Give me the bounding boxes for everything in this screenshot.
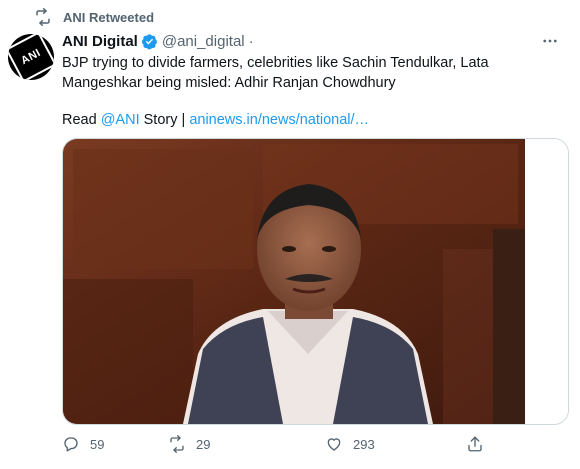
more-icon[interactable]	[540, 31, 560, 51]
heart-icon	[327, 438, 341, 451]
reply-count: 59	[90, 436, 105, 452]
like-button[interactable]: 293	[325, 432, 375, 456]
read-middle: Story |	[139, 112, 190, 128]
separator-dot: ·	[248, 32, 254, 50]
share-icon	[468, 436, 482, 452]
retweet-icon	[170, 435, 184, 453]
tweet-text: BJP trying to divide farmers, celebritie…	[62, 55, 489, 91]
retweet-count: 29	[196, 436, 211, 452]
retweet-banner-label: ANI Retweeted	[63, 9, 155, 25]
verified-badge-icon	[141, 33, 158, 50]
tweet-header: ANI Digital @ani_digital ·	[62, 30, 560, 52]
reply-icon	[64, 437, 78, 452]
read-prefix: Read	[62, 112, 101, 128]
mention-link[interactable]: @ANI	[101, 112, 140, 128]
display-name[interactable]: ANI Digital	[62, 33, 138, 50]
ani-logo: ANI	[8, 34, 54, 80]
media-image[interactable]	[62, 138, 569, 425]
speaker-photo	[63, 139, 568, 424]
share-button[interactable]	[466, 432, 494, 456]
author-handle[interactable]: @ani_digital	[162, 33, 245, 50]
tweet-card[interactable]: ANI Retweeted ANI ANI Digital @ani_digit…	[0, 0, 580, 469]
tweet-actions: 59 29 293	[62, 432, 532, 456]
retweet-icon	[34, 8, 52, 26]
retweet-banner[interactable]: ANI Retweeted	[34, 8, 154, 26]
article-link[interactable]: aninews.in/news/national/…	[189, 112, 369, 128]
tweet-read-line: Read @ANI Story | aninews.in/news/nation…	[62, 110, 369, 130]
like-count: 293	[353, 436, 375, 452]
reply-button[interactable]: 59	[62, 432, 104, 456]
retweet-button[interactable]: 29	[168, 432, 210, 456]
avatar[interactable]: ANI	[8, 34, 54, 80]
